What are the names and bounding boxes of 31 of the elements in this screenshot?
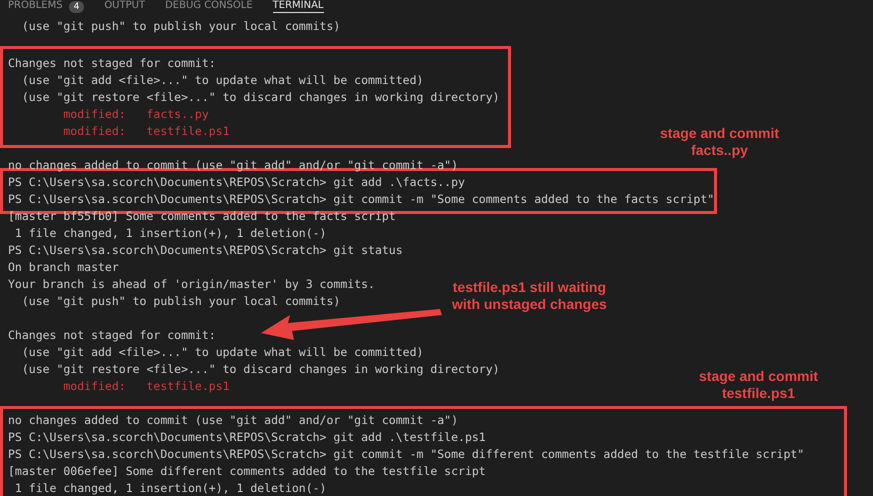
terminal-line: PS C:\Users\sa.scorch\Documents\REPOS\Scratch> git commit -m "Some different comments added to the testfile script" [8,446,804,463]
terminal-line: PS C:\Users\sa.scorch\Documents\REPOS\Scratch> git add .\testfile.ps1 [8,429,486,446]
terminal-line: [master 006efee] Some different comments added to the testfile script [8,463,486,480]
modified-file-line: modified: testfile.ps1 [62,123,230,140]
terminal-line: 1 file changed, 1 insertion(+), 1 deletion(-) [14,225,326,242]
terminal-line: Changes not staged for commit: [8,55,216,72]
panel-tab[interactable]: OUTPUT [104,0,146,13]
terminal-line: (use "git push" to publish your local commits) [20,293,340,310]
count-badge: 4 [68,0,84,12]
terminal-line: On branch master [8,259,119,276]
annotation-note: stage and commit testfile.ps1 [699,368,818,402]
terminal-line: (use "git restore <file>..." to discard changes in working directory) [20,361,500,378]
terminal-line: PS C:\Users\sa.scorch\Documents\REPOS\Scratch> git status [8,242,403,259]
annotation-note: testfile.ps1 still waiting with unstaged changes [452,279,607,313]
terminal-line: PS C:\Users\sa.scorch\Documents\REPOS\Scratch> git add .\facts..py [8,174,465,191]
terminal-line: no changes added to commit (use "git add" and/or "git commit -a") [8,412,458,429]
panel-tab[interactable]: DEBUG CONSOLE [165,0,253,13]
terminal-line: (use "git add <file>..." to update what will be committed) [20,72,424,89]
terminal-line: (use "git push" to publish your local commits) [20,18,340,35]
modified-file-line: modified: testfile.ps1 [62,378,230,395]
terminal-line: (use "git restore <file>..." to discard changes in working directory) [20,89,500,106]
terminal-line: Your branch is ahead of 'origin/master' by 3 commits. [8,276,375,293]
terminal-line: 1 file changed, 1 insertion(+), 1 deletion(-) [14,480,326,496]
arrow-icon [261,309,442,340]
panel-tab[interactable]: PROBLEMS [8,0,63,13]
annotation-note: stage and commit facts..py [660,125,780,159]
terminal-line: PS C:\Users\sa.scorch\Documents\REPOS\Scratch> git commit -m "Some comments added to the facts script" [8,191,714,208]
modified-file-line: modified: facts..py [62,106,209,123]
terminal-line: (use "git add <file>..." to update what will be committed) [20,344,424,361]
terminal-line: Changes not staged for commit: [8,327,216,344]
panel-tab[interactable]: TERMINAL [272,0,324,13]
